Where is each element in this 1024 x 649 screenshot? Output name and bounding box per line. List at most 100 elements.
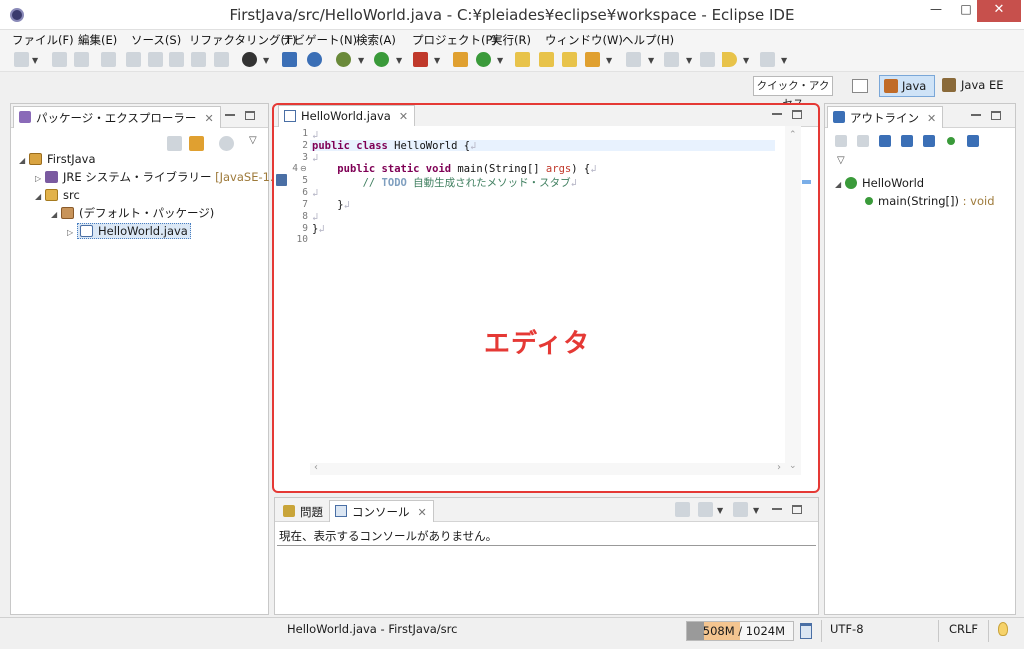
block-select-icon[interactable] [191, 52, 206, 67]
menu-navigate[interactable]: ナビゲート(N) [282, 32, 357, 48]
close-button[interactable]: ✕ [977, 0, 1021, 22]
minimize-button[interactable]: — [921, 2, 951, 24]
menu-search[interactable]: 検索(A) [356, 32, 396, 48]
collapse-all-icon[interactable] [167, 136, 182, 151]
display-console-dropdown-icon[interactable]: ▼ [717, 506, 723, 515]
menu-file[interactable]: ファイル(F) [12, 32, 74, 48]
tab-console[interactable]: コンソール ✕ [329, 500, 434, 522]
hide-non-public-icon[interactable] [947, 137, 955, 145]
outline-item-method[interactable]: main(String[]) : void [865, 192, 995, 210]
tree-item-default-package[interactable]: ◢ (デフォルト・パッケージ) [51, 204, 214, 222]
annotation-icon[interactable] [126, 52, 141, 67]
user-icon[interactable] [242, 52, 257, 67]
tab-problems[interactable]: 問題 [277, 500, 330, 522]
maximize-view-icon[interactable] [792, 504, 802, 514]
close-tab-icon[interactable]: ✕ [927, 112, 936, 125]
back-arrow-icon[interactable] [722, 52, 737, 67]
filters-icon[interactable] [219, 136, 234, 151]
console-view-icon[interactable] [282, 52, 297, 67]
last-edit-icon[interactable] [700, 52, 715, 67]
menu-refactor[interactable]: リファクタリング(T) [189, 32, 297, 48]
run-dropdown-icon[interactable]: ▼ [396, 56, 402, 65]
maximize-view-icon[interactable] [991, 110, 1001, 120]
menu-project[interactable]: プロジェクト(P) [412, 32, 497, 48]
expanded-icon[interactable]: ◢ [835, 176, 845, 194]
display-console-icon[interactable] [698, 502, 713, 517]
garbage-collect-icon[interactable] [800, 623, 812, 639]
open-console-dropdown-icon[interactable]: ▼ [753, 506, 759, 515]
view-menu-icon[interactable]: ▽ [249, 135, 257, 146]
open-console-icon[interactable] [733, 502, 748, 517]
tree-item-helloworld[interactable]: ▷ HelloWorld.java [67, 222, 191, 240]
hide-fields-icon[interactable] [901, 135, 913, 147]
show-whitespace-icon[interactable] [214, 52, 229, 67]
tree-item-src[interactable]: ◢ src [35, 186, 80, 204]
java-perspective-button[interactable]: Java [879, 75, 935, 97]
expand-all-icon[interactable] [857, 135, 869, 147]
menu-edit[interactable]: 編集(E) [78, 32, 117, 48]
expanded-icon[interactable]: ◢ [35, 188, 45, 206]
expanded-icon[interactable]: ◢ [51, 206, 61, 224]
hide-local-types-icon[interactable] [967, 135, 979, 147]
tab-outline[interactable]: アウトライン ✕ [827, 106, 944, 128]
new-dropdown-icon[interactable]: ▼ [32, 56, 38, 65]
toggle-breadcrumb-icon[interactable] [148, 52, 163, 67]
close-tab-icon[interactable]: ✕ [418, 506, 427, 519]
toggle-mark-icon[interactable] [169, 52, 184, 67]
menu-help[interactable]: ヘルプ(H) [622, 32, 674, 48]
minimize-view-icon[interactable] [225, 114, 235, 116]
link-with-editor-icon[interactable] [189, 136, 204, 151]
forward-dropdown-icon[interactable]: ▼ [781, 56, 787, 65]
expanded-icon[interactable]: ◢ [19, 152, 29, 170]
marker-icon[interactable] [585, 52, 600, 67]
save-icon[interactable] [52, 52, 67, 67]
new-package-icon[interactable] [453, 52, 468, 67]
open-type-icon[interactable] [515, 52, 530, 67]
new-class-icon[interactable] [476, 52, 491, 67]
new-icon[interactable] [14, 52, 29, 67]
debug-icon[interactable] [336, 52, 351, 67]
run-icon[interactable] [374, 52, 389, 67]
tree-item-project[interactable]: ◢ FirstJava [19, 150, 96, 168]
debug-dropdown-icon[interactable]: ▼ [358, 56, 364, 65]
sort-icon[interactable] [879, 135, 891, 147]
collapsed-icon[interactable]: ▷ [67, 224, 77, 242]
next-annotation-icon[interactable] [626, 52, 641, 67]
menu-source[interactable]: ソース(S) [131, 32, 181, 48]
collapse-all-icon[interactable] [835, 135, 847, 147]
pin-icon[interactable] [101, 52, 116, 67]
console-tabbar: 問題 コンソール ✕ ▼ ▼ [275, 498, 818, 522]
prev-annotation-icon[interactable] [664, 52, 679, 67]
new-class-dropdown-icon[interactable]: ▼ [497, 56, 503, 65]
prev-annotation-dropdown-icon[interactable]: ▼ [686, 56, 692, 65]
outline-item-class[interactable]: ◢ HelloWorld [835, 174, 924, 192]
tree-item-jre[interactable]: ▷ JRE システム・ライブラリー [JavaSE-1.8] [35, 168, 285, 186]
settings-icon[interactable] [307, 52, 322, 67]
external-tools-dropdown-icon[interactable]: ▼ [434, 56, 440, 65]
forward-arrow-icon[interactable] [760, 52, 775, 67]
open-perspective-icon[interactable] [852, 79, 868, 93]
open-task-icon[interactable] [539, 52, 554, 67]
tab-package-explorer[interactable]: パッケージ・エクスプローラー ✕ [13, 106, 221, 128]
save-all-icon[interactable] [74, 52, 89, 67]
minimize-view-icon[interactable] [772, 508, 782, 510]
view-menu-icon[interactable]: ▽ [837, 155, 845, 166]
search-folder-icon[interactable] [562, 52, 577, 67]
minimize-view-icon[interactable] [971, 114, 981, 116]
quick-access-field[interactable]: クイック・アクセス [753, 76, 833, 110]
java-ee-perspective-button[interactable]: Java EE [939, 75, 1009, 97]
package-explorer-panel: パッケージ・エクスプローラー ✕ ▽ ◢ FirstJava ▷ JRE システム・ラ… [10, 103, 285, 615]
tip-bulb-icon[interactable] [998, 622, 1008, 636]
pin-console-icon[interactable] [675, 502, 690, 517]
menu-run[interactable]: 実行(R) [491, 32, 531, 48]
user-dropdown-icon[interactable]: ▼ [263, 56, 269, 65]
heap-status[interactable]: 508M / 1024M [686, 621, 794, 641]
next-annotation-dropdown-icon[interactable]: ▼ [648, 56, 654, 65]
maximize-view-icon[interactable] [245, 110, 255, 120]
marker-dropdown-icon[interactable]: ▼ [606, 56, 612, 65]
hide-static-icon[interactable] [923, 135, 935, 147]
external-tools-icon[interactable] [413, 52, 428, 67]
close-tab-icon[interactable]: ✕ [204, 112, 213, 125]
menu-window[interactable]: ウィンドウ(W) [545, 32, 623, 48]
back-dropdown-icon[interactable]: ▼ [743, 56, 749, 65]
